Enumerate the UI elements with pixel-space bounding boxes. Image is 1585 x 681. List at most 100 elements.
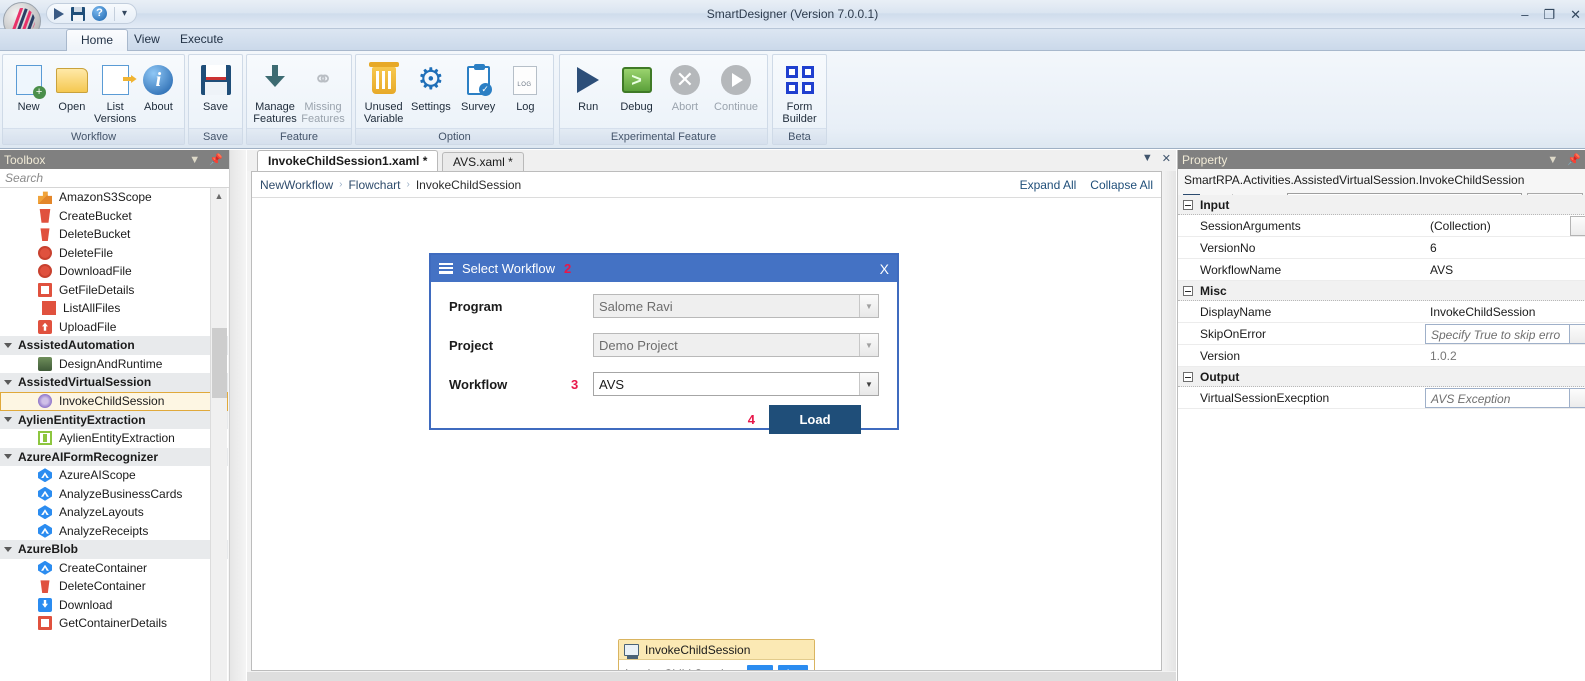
designer-right-splitter[interactable]	[1162, 171, 1176, 671]
collapse-icon[interactable]	[1183, 285, 1193, 296]
document-tab-invokechildsession[interactable]: InvokeChildSession1.xaml *	[257, 150, 439, 171]
qat-help-icon[interactable]: ?	[92, 6, 107, 21]
list-item[interactable]: DeleteFile	[0, 244, 228, 263]
toolbox-item-invokechildsession[interactable]: InvokeChildSession	[0, 391, 228, 411]
table-row[interactable]: SessionArguments (Collection)	[1178, 215, 1585, 237]
qat-run-icon[interactable]	[54, 7, 64, 20]
new-button[interactable]: New	[7, 59, 50, 113]
list-item[interactable]: AnalyzeBusinessCards	[0, 485, 228, 504]
list-item[interactable]: AzureAIScope	[0, 466, 228, 485]
manage-features-button[interactable]: Manage Features	[251, 59, 299, 125]
chevron-down-icon[interactable]: ▼	[1142, 152, 1153, 165]
toolbox-search-input[interactable]: Search	[0, 169, 245, 188]
table-row[interactable]: VirtualSessionExecption AVS Exception	[1178, 387, 1585, 409]
list-item[interactable]: AmazonS3Scope	[0, 188, 228, 207]
collapse-icon[interactable]	[1183, 371, 1193, 382]
collection-editor-button[interactable]	[1570, 215, 1585, 236]
chevron-down-icon[interactable]: ▼	[859, 373, 878, 395]
activity-node-invokechildsession[interactable]: InvokeChildSession Invoke Child Session …	[618, 639, 815, 670]
pin-icon[interactable]: 📌	[1567, 153, 1581, 166]
toolbox-splitter[interactable]	[229, 150, 246, 681]
qat-save-icon[interactable]	[71, 6, 85, 21]
close-icon[interactable]: ✕	[1162, 152, 1171, 165]
pin-icon[interactable]: 📌	[209, 153, 223, 166]
scroll-up-icon[interactable]: ▲	[211, 188, 227, 204]
list-item[interactable]: GetFileDetails	[0, 281, 228, 300]
chevron-down-icon[interactable]: ▼	[189, 154, 200, 166]
ribbon-group-label-beta: Beta	[773, 128, 826, 144]
list-item[interactable]: AylienEntityExtraction	[0, 429, 228, 448]
program-dropdown[interactable]: Salome Ravi ▼	[593, 294, 879, 318]
list-item[interactable]: DeleteBucket	[0, 225, 228, 244]
expression-editor-button[interactable]	[1570, 323, 1585, 344]
toolbox-group-azureblob[interactable]: AzureBlob	[0, 540, 228, 559]
breadcrumb-item-newworkflow[interactable]: NewWorkflow	[260, 178, 333, 192]
list-versions-button[interactable]: List Versions	[94, 59, 137, 125]
list-item[interactable]: CreateBucket	[0, 207, 228, 226]
table-row[interactable]: SkipOnError Specify True to skip erro	[1178, 323, 1585, 345]
list-item[interactable]: DownloadFile	[0, 262, 228, 281]
browse-button[interactable]: ...	[747, 664, 773, 670]
chevron-down-icon[interactable]: ▼	[859, 295, 878, 317]
chevron-down-icon[interactable]: ▼	[859, 334, 878, 356]
table-row[interactable]: WorkflowName AVS	[1178, 259, 1585, 281]
abort-button[interactable]: ✕ Abort	[661, 59, 709, 113]
log-button[interactable]: LOG Log	[502, 59, 549, 113]
qat-more-icon[interactable]: ▾	[122, 8, 127, 19]
scrollbar-thumb[interactable]	[212, 328, 227, 398]
toolbox-scrollbar[interactable]: ▲	[210, 188, 227, 681]
list-item[interactable]: Download	[0, 596, 228, 615]
property-value[interactable]: Specify True to skip erro	[1425, 323, 1570, 344]
ribbon-tab-execute[interactable]: Execute	[166, 29, 237, 51]
property-group-misc[interactable]: Misc	[1178, 281, 1585, 301]
expression-editor-button[interactable]	[1570, 387, 1585, 408]
project-dropdown[interactable]: Demo Project ▼	[593, 333, 879, 357]
property-value[interactable]: AVS Exception	[1425, 387, 1570, 408]
close-button[interactable]: ✕	[1570, 7, 1581, 23]
property-group-input[interactable]: Input	[1178, 195, 1585, 215]
debug-button[interactable]: > Debug	[612, 59, 660, 113]
ribbon-tab-home[interactable]: Home	[66, 29, 129, 51]
breadcrumb-item-flowchart[interactable]: Flowchart	[348, 178, 400, 192]
list-item[interactable]: AnalyzeLayouts	[0, 503, 228, 522]
survey-button[interactable]: Survey	[455, 59, 502, 113]
expand-all-button[interactable]: Expand All	[1020, 178, 1077, 192]
chevron-down-icon[interactable]: ▼	[1547, 154, 1558, 166]
restore-button[interactable]: ❐	[1543, 7, 1555, 23]
list-item[interactable]: DesignAndRuntime	[0, 355, 228, 374]
table-row[interactable]: VersionNo 6	[1178, 237, 1585, 259]
list-item[interactable]: DeleteContainer	[0, 577, 228, 596]
open-button[interactable]: Open	[50, 59, 93, 113]
about-button[interactable]: i About	[137, 59, 180, 113]
list-item[interactable]: ListAllFiles	[0, 299, 228, 318]
dialog-close-button[interactable]: X	[880, 261, 889, 277]
list-item[interactable]: CreateContainer	[0, 559, 228, 578]
table-row[interactable]: DisplayName InvokeChildSession	[1178, 301, 1585, 323]
collapse-all-button[interactable]: Collapse All	[1090, 178, 1153, 192]
list-item[interactable]: AnalyzeReceipts	[0, 522, 228, 541]
toolbox-group-aylienentityextraction[interactable]: AylienEntityExtraction	[0, 410, 228, 429]
document-tab-avs[interactable]: AVS.xaml *	[442, 152, 524, 171]
collapse-icon[interactable]	[1183, 199, 1193, 210]
list-item[interactable]: GetContainerDetails	[0, 614, 228, 633]
arguments-button[interactable]: Arg	[778, 664, 808, 670]
settings-button[interactable]: ⚙ Settings	[407, 59, 454, 114]
missing-features-button[interactable]: ⚭ Missing Features	[299, 59, 347, 126]
minimize-button[interactable]: –	[1521, 7, 1528, 22]
run-button[interactable]: Run	[564, 59, 612, 113]
continue-button[interactable]: Continue	[709, 59, 763, 113]
table-row[interactable]: Version 1.0.2	[1178, 345, 1585, 367]
toolbox-group-assistedautomation[interactable]: AssistedAutomation	[0, 336, 228, 355]
unused-variable-button[interactable]: Unused Variable	[360, 59, 407, 125]
azure-icon	[38, 560, 52, 575]
save-button[interactable]: Save	[193, 59, 238, 113]
toolbox-group-azureaiformrecognizer[interactable]: AzureAIFormRecognizer	[0, 447, 228, 466]
list-item[interactable]: UploadFile	[0, 318, 228, 337]
form-builder-button[interactable]: Form Builder	[777, 59, 822, 125]
property-group-output[interactable]: Output	[1178, 367, 1585, 387]
workflow-canvas[interactable]: InvokeChildSession Invoke Child Session …	[252, 199, 1161, 670]
breadcrumb-item-invokechildsession[interactable]: InvokeChildSession	[416, 178, 521, 192]
toolbox-group-assistedvirtualsession[interactable]: AssistedVirtualSession	[0, 373, 228, 392]
load-button[interactable]: Load	[769, 405, 861, 434]
workflow-dropdown[interactable]: AVS ▼	[593, 372, 879, 396]
